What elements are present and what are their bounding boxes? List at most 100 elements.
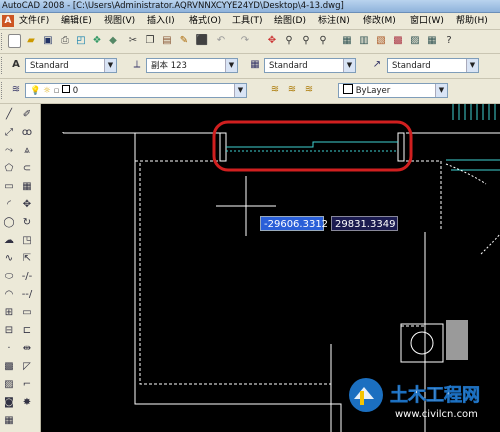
hatch-icon[interactable]: ▩ — [2, 360, 16, 374]
coordinate-y-input[interactable]: 29831.3349 — [331, 216, 398, 231]
layer-select[interactable]: 💡 ☼ ▫ 0 ▼ — [25, 83, 247, 98]
rectangle-icon[interactable]: ▭ — [2, 180, 16, 194]
menu-insert[interactable]: 插入(I) — [147, 13, 175, 29]
menu-format[interactable]: 格式(O) — [189, 13, 221, 29]
mirror-icon[interactable]: ⩓ — [20, 144, 34, 158]
toolbar-grip[interactable] — [1, 33, 5, 50]
zoom-realtime-icon[interactable]: ⚲ — [282, 34, 296, 48]
revcloud-icon[interactable]: ☁ — [2, 234, 16, 248]
make-object-layer-current-icon[interactable]: ≋ — [268, 83, 282, 97]
copy-icon[interactable]: ❐ — [143, 34, 157, 48]
dashed-lines — [135, 160, 442, 385]
lightbulb-icon: 💡 — [30, 86, 41, 96]
fillet-icon[interactable]: ⌐ — [20, 378, 34, 392]
menu-file[interactable]: 文件(F) — [19, 13, 49, 29]
menu-view[interactable]: 视图(V) — [104, 13, 135, 29]
chevron-down-icon: ▼ — [234, 84, 246, 97]
layer-manager-icon[interactable]: ≋ — [9, 83, 23, 97]
door-arc — [445, 163, 500, 255]
open-icon[interactable]: ▰ — [24, 34, 38, 48]
cut-icon[interactable]: ✂ — [126, 34, 140, 48]
offset-icon[interactable]: ⊂ — [20, 162, 34, 176]
array-icon[interactable]: ▦ — [20, 180, 34, 194]
sun-icon: ☼ — [43, 86, 51, 96]
quickcalc-icon[interactable]: ▦ — [425, 34, 439, 48]
ellipse-icon[interactable]: ⬭ — [2, 270, 16, 284]
point-icon[interactable]: · — [2, 342, 16, 356]
layer-state-icon[interactable]: ≋ — [302, 83, 316, 97]
table-icon[interactable]: ▦ — [2, 414, 16, 428]
window-title: AutoCAD 2008 - [C:\Users\Administrator.A… — [2, 1, 344, 11]
plot-preview-icon[interactable]: ◰ — [74, 34, 88, 48]
erase-tool-icon[interactable]: ✐ — [20, 108, 34, 122]
help-icon[interactable]: ? — [442, 34, 456, 48]
region-icon[interactable]: ◙ — [2, 396, 16, 410]
text-style-icon[interactable]: A — [9, 58, 23, 72]
app-menu-icon[interactable]: A — [2, 15, 14, 27]
chevron-down-icon: ▼ — [343, 59, 355, 72]
gradient-icon[interactable]: ▨ — [2, 378, 16, 392]
toolbar-grip[interactable] — [1, 57, 5, 74]
break-icon[interactable]: ⊏ — [20, 324, 34, 338]
window-element — [219, 132, 405, 162]
chamfer-icon[interactable]: ◸ — [20, 360, 34, 374]
rotate-icon[interactable]: ↻ — [20, 216, 34, 230]
menu-draw[interactable]: 绘图(D) — [274, 13, 306, 29]
new-icon[interactable] — [8, 34, 21, 48]
table-style-select[interactable]: Standard ▼ — [264, 58, 356, 73]
menu-dimension[interactable]: 标注(N) — [318, 13, 350, 29]
scale-icon[interactable]: ◳ — [20, 234, 34, 248]
extend-icon[interactable]: --/ — [20, 288, 34, 302]
construction-line-icon[interactable]: ⤢ — [2, 126, 16, 140]
explode-icon[interactable]: ✸ — [20, 396, 34, 410]
stretch-icon[interactable]: ⇱ — [20, 252, 34, 266]
color-control-select[interactable]: ByLayer ▼ — [338, 83, 448, 98]
properties-icon[interactable]: ▦ — [340, 34, 354, 48]
publish-icon[interactable]: ❖ — [90, 34, 104, 48]
markup-icon[interactable]: ▨ — [408, 34, 422, 48]
3d-dwf-icon[interactable]: ◆ — [106, 34, 120, 48]
arc-icon[interactable]: ◜ — [2, 198, 16, 212]
menu-modify[interactable]: 修改(M) — [363, 13, 396, 29]
move-icon[interactable]: ✥ — [20, 198, 34, 212]
insert-block-icon[interactable]: ⊞ — [2, 306, 16, 320]
redo-icon[interactable]: ↷ — [238, 34, 252, 48]
menu-edit[interactable]: 编辑(E) — [61, 13, 92, 29]
circle-icon[interactable]: ◯ — [2, 216, 16, 230]
ellipse-arc-icon[interactable]: ◠ — [2, 288, 16, 302]
polygon-icon[interactable]: ⬠ — [2, 162, 16, 176]
text-style-select[interactable]: Standard ▼ — [25, 58, 117, 73]
break-at-point-icon[interactable]: ▭ — [20, 306, 34, 320]
zoom-window-icon[interactable]: ⚲ — [299, 34, 313, 48]
paste-icon[interactable]: ▤ — [160, 34, 174, 48]
toolbar-grip[interactable] — [1, 82, 5, 99]
block-editor-icon[interactable]: ⬛ — [195, 34, 209, 48]
dim-style-select[interactable]: 副本 123 ▼ — [146, 58, 238, 73]
coordinate-x-input[interactable]: -29606.3312 — [260, 216, 328, 231]
join-icon[interactable]: ⇹ — [20, 342, 34, 356]
table-style-icon[interactable]: ▦ — [248, 58, 262, 72]
copy-tool-icon[interactable]: ꝏ — [20, 126, 34, 140]
zoom-previous-icon[interactable]: ⚲ — [316, 34, 330, 48]
trim-icon[interactable]: -/- — [20, 270, 34, 284]
make-block-icon[interactable]: ⊟ — [2, 324, 16, 338]
multileader-style-select[interactable]: Standard ▼ — [387, 58, 479, 73]
dim-style-icon[interactable]: ⟂ — [130, 58, 144, 72]
pan-icon[interactable]: ✥ — [265, 34, 279, 48]
spline-icon[interactable]: ∿ — [2, 252, 16, 266]
undo-icon[interactable]: ↶ — [214, 34, 228, 48]
sheet-set-icon[interactable]: ▩ — [391, 34, 405, 48]
line-tool-icon[interactable]: ╱ — [2, 108, 16, 122]
print-icon[interactable]: ⎙ — [58, 34, 72, 48]
multileader-style-icon[interactable]: ↗ — [370, 58, 384, 72]
menu-help[interactable]: 帮助(H) — [456, 13, 488, 29]
styles-toolbar: A Standard ▼ ⟂ 副本 123 ▼ ▦ Standard ▼ ↗ Stan… — [0, 54, 500, 79]
polyline-icon[interactable]: ⤳ — [2, 144, 16, 158]
save-icon[interactable]: ▣ — [41, 34, 55, 48]
match-properties-icon[interactable]: ✎ — [177, 34, 191, 48]
design-center-icon[interactable]: ▥ — [357, 34, 371, 48]
layer-previous-icon[interactable]: ≋ — [285, 83, 299, 97]
menu-window[interactable]: 窗口(W) — [410, 13, 444, 29]
menu-tools[interactable]: 工具(T) — [232, 13, 263, 29]
tool-palettes-icon[interactable]: ▧ — [374, 34, 388, 48]
